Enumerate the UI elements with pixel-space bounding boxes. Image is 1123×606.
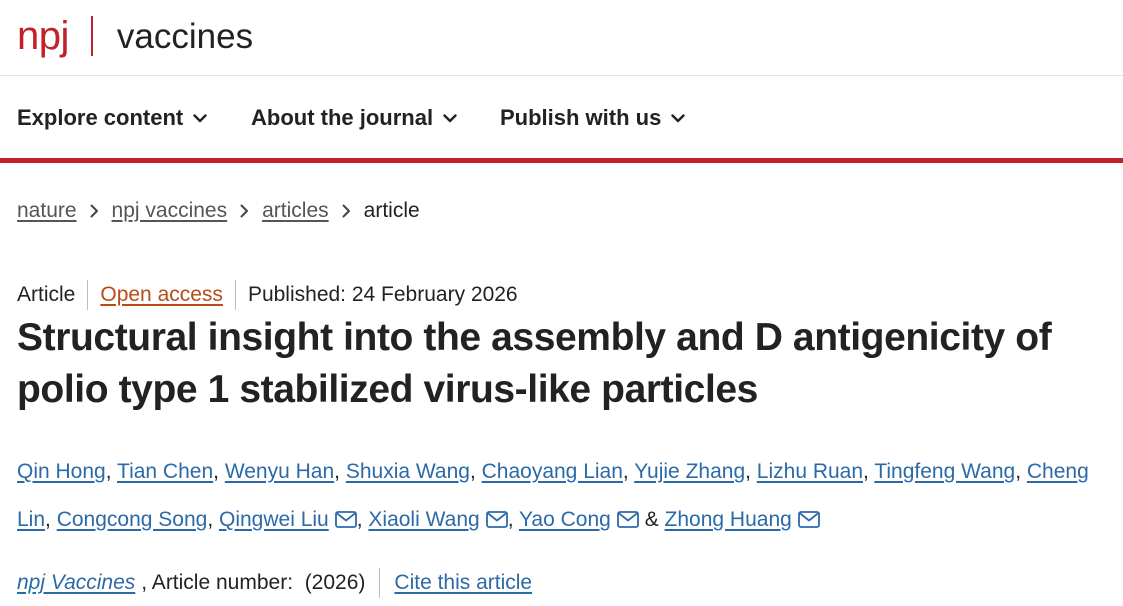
author-separator: , [469,460,482,483]
nav-explore-content-label: Explore content [17,105,184,130]
author-separator: , [507,508,519,531]
logo-journal-name: vaccines [116,16,254,56]
breadcrumb-current: article [363,199,420,222]
chevron-down-icon [193,113,207,123]
author-link[interactable]: Congcong Song [57,508,208,531]
nav-publish-with-us[interactable]: Publish with us [500,100,686,136]
author-separator: , [105,460,118,483]
meta-divider [234,280,236,310]
breadcrumb: nature npj vaccines articles article [17,196,420,226]
breadcrumb-npj-vaccines[interactable]: npj vaccines [112,199,228,223]
breadcrumb-articles[interactable]: articles [262,199,329,223]
open-access-link[interactable]: Open access [100,283,223,307]
journal-logo[interactable]: npj vaccines [17,10,253,62]
author-link[interactable]: Tian Chen [117,460,213,483]
author-link[interactable]: Zhong Huang [665,508,792,531]
cite-this-article-link[interactable]: Cite this article [394,571,532,595]
author-separator: , [863,460,875,483]
citation-divider [379,568,381,598]
author-link[interactable]: Xiaoli Wang [368,508,479,531]
author-list: Qin Hong, Tian Chen, Wenyu Han, Shuxia W… [17,448,1117,546]
author-separator: , [213,460,225,483]
author-ampersand: & [644,508,659,531]
article-meta: Article Open access Published: 24 Februa… [17,280,518,310]
article-citation: npj Vaccines , Article number: (2026) Ci… [17,568,532,598]
author-separator: , [207,508,219,531]
mail-icon[interactable] [797,498,820,546]
chevron-down-icon [671,113,686,123]
site-header: npj vaccines [0,0,1123,76]
journal-name-link[interactable]: npj Vaccines [17,571,135,595]
author-link[interactable]: Qin Hong [17,460,106,483]
chevron-right-icon [342,204,351,218]
author-link[interactable]: Chaoyang Lian [482,460,623,483]
breadcrumb-nature[interactable]: nature [17,199,77,223]
main-nav: Explore content About the journal Publis… [0,76,1123,158]
author-link[interactable]: Tingfeng Wang [874,460,1015,483]
mail-icon[interactable] [485,498,508,546]
nav-about-journal[interactable]: About the journal [251,100,457,136]
published-date: Published: 24 February 2026 [247,283,518,306]
chevron-right-icon [90,204,99,218]
chevron-right-icon [240,204,249,218]
meta-divider [87,280,89,310]
chevron-down-icon [443,113,457,123]
nav-accent-bar [0,158,1123,163]
logo-npj: npj [17,14,69,58]
author-separator: , [622,460,635,483]
author-link[interactable]: Wenyu Han [225,460,334,483]
author-separator: , [45,508,57,531]
author-separator: , [1015,460,1027,483]
author-separator: , [334,460,346,483]
author-link[interactable]: Yao Cong [519,508,611,531]
article-type: Article [17,283,76,306]
nav-publish-with-us-label: Publish with us [500,105,662,130]
nav-explore-content[interactable]: Explore content [17,100,207,136]
logo-divider [90,16,93,56]
author-link[interactable]: Lizhu Ruan [757,460,863,483]
mail-icon[interactable] [334,498,357,546]
article-title: Structural insight into the assembly and… [17,316,1052,411]
author-link[interactable]: Qingwei Liu [219,508,329,531]
author-link[interactable]: Yujie Zhang [634,460,745,483]
author-separator: , [356,508,369,531]
author-link[interactable]: Shuxia Wang [346,460,470,483]
nav-about-journal-label: About the journal [251,105,434,130]
article-number: , Article number: (2026) [141,571,366,594]
mail-icon[interactable] [616,498,639,546]
author-separator: , [745,460,757,483]
